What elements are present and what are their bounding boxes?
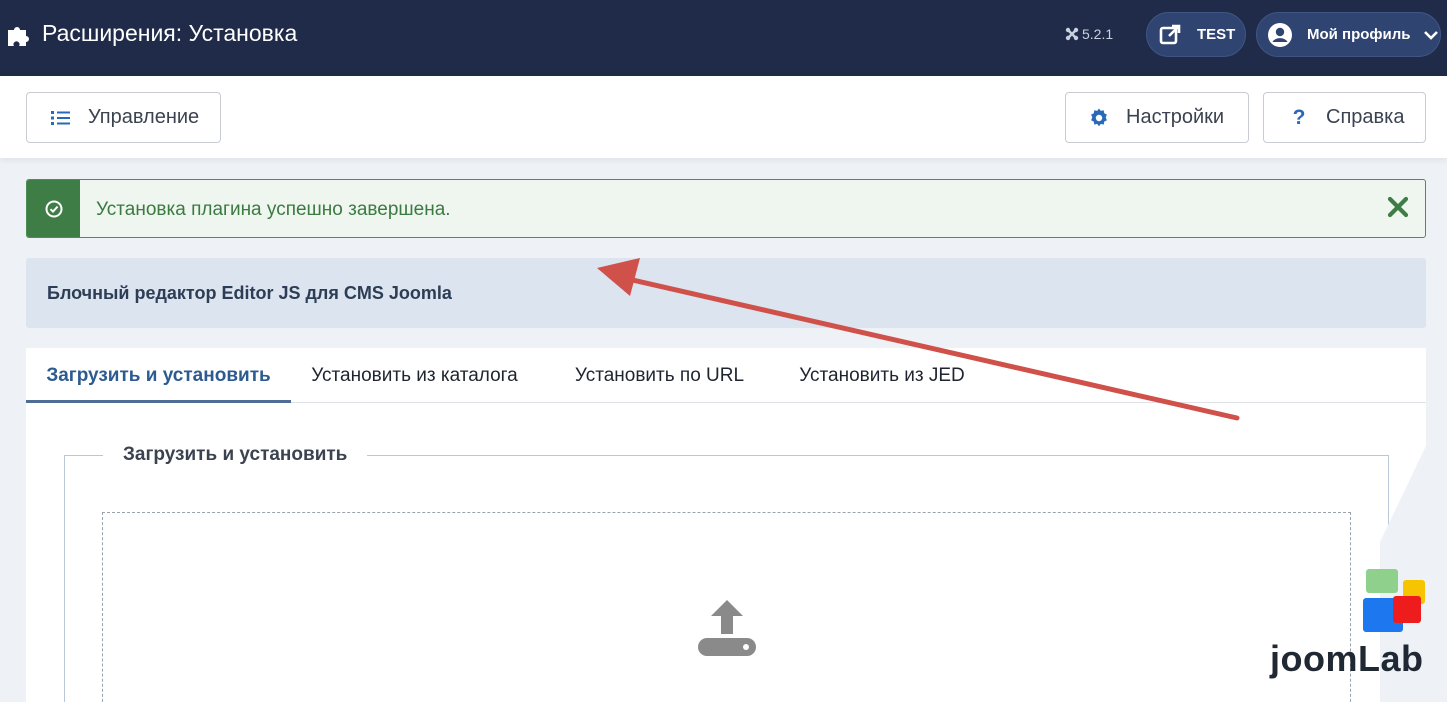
tab-upload-install[interactable]: Загрузить и установить (26, 348, 291, 403)
list-icon (50, 107, 72, 129)
check-circle-icon (45, 200, 62, 217)
manage-label: Управление (88, 106, 200, 128)
version-label: 5.2.1 (1065, 26, 1113, 42)
upload-icon (698, 600, 756, 656)
upload-fieldset: Загрузить и установить (64, 444, 1389, 702)
view-site-button[interactable]: TEST (1146, 12, 1246, 57)
toolbar: Управление Настройки ? Справка (0, 76, 1447, 158)
tab-install-from-jed[interactable]: Установить из JED (782, 348, 982, 403)
gear-icon (1088, 107, 1110, 129)
logo-wordmark: joomLab (1270, 638, 1424, 679)
help-label: Справка (1326, 106, 1405, 128)
version-number: 5.2.1 (1082, 26, 1114, 42)
joomla-icon (1065, 27, 1079, 41)
success-alert: Установка плагина успешно завершена. (26, 179, 1426, 238)
app-header: Расширения: Установка 5.2.1 TEST Мой про… (0, 0, 1447, 76)
alert-message: Установка плагина успешно завершена. (96, 199, 451, 220)
upload-dropzone[interactable] (102, 512, 1351, 702)
install-tabs: Загрузить и установить Установить из кат… (26, 348, 1426, 403)
settings-button[interactable]: Настройки (1065, 92, 1249, 143)
view-site-label: TEST (1197, 26, 1236, 43)
help-button[interactable]: ? Справка (1263, 92, 1426, 143)
logo-square-red (1393, 596, 1421, 623)
question-icon: ? (1292, 105, 1306, 129)
upload-legend: Загрузить и установить (103, 444, 368, 466)
tab-install-from-url[interactable]: Установить по URL (555, 348, 764, 403)
extension-description: Блочный редактор Editor JS для CMS Jooml… (47, 283, 452, 303)
joomlab-logo: joomLab (1262, 566, 1437, 686)
profile-label: Мой профиль (1307, 26, 1411, 43)
extension-info: Блочный редактор Editor JS для CMS Jooml… (26, 258, 1426, 328)
user-circle-icon (1267, 22, 1293, 48)
alert-icon-bar (27, 180, 80, 237)
close-icon[interactable] (1387, 196, 1409, 218)
profile-menu-button[interactable]: Мой профиль (1256, 12, 1441, 57)
tab-install-from-folder[interactable]: Установить из каталога (292, 348, 537, 403)
upload-panel: Загрузить и установить (26, 403, 1426, 702)
external-link-icon (1157, 22, 1183, 48)
page-title: Расширения: Установка (42, 20, 298, 46)
manage-button[interactable]: Управление (26, 92, 221, 143)
settings-label: Настройки (1126, 106, 1225, 128)
puzzle-icon (8, 27, 29, 46)
chevron-down-icon (1423, 30, 1438, 40)
logo-square-green (1366, 569, 1398, 593)
